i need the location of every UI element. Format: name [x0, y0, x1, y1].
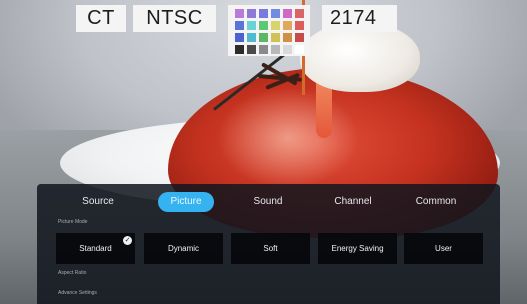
picture-mode-label: Picture Mode [58, 219, 88, 225]
color-swatch [295, 9, 304, 18]
menu-tab-bar: Source Picture Sound Channel Common [37, 192, 500, 214]
color-swatch [271, 9, 280, 18]
color-swatch [271, 21, 280, 30]
color-swatch [283, 33, 292, 42]
mode-soft-button[interactable]: Soft [231, 233, 310, 264]
color-temp-label: CT [76, 5, 126, 32]
color-swatch [247, 33, 256, 42]
color-swatch [247, 45, 256, 54]
mode-energy-saving-button[interactable]: Energy Saving [318, 233, 397, 264]
color-swatch [283, 9, 292, 18]
mode-user-label: User [435, 244, 452, 253]
mode-standard-label: Standard [79, 244, 112, 253]
tv-screen: CT NTSC 2174 Source Picture Sound Channe… [0, 0, 527, 304]
color-swatch-panel [228, 5, 310, 56]
color-swatch [283, 21, 292, 30]
aspect-ratio-menu-item[interactable]: Aspect Ratio [58, 270, 86, 277]
mode-user-button[interactable]: User [404, 233, 483, 264]
color-swatch [247, 21, 256, 30]
color-swatch [295, 33, 304, 42]
mode-standard-button[interactable]: Standard ✓ [56, 233, 135, 264]
mode-dynamic-label: Dynamic [167, 244, 200, 253]
video-standard-label: NTSC [133, 5, 216, 32]
color-swatch [259, 33, 268, 42]
number-readout: 2174 [322, 5, 397, 32]
color-swatch [259, 21, 268, 30]
color-swatch [271, 33, 280, 42]
mode-energy-saving-label: Energy Saving [331, 244, 384, 253]
tab-source[interactable]: Source [73, 192, 123, 212]
check-circle-icon: ✓ [123, 236, 132, 245]
tab-picture[interactable]: Picture [158, 192, 214, 212]
mode-dynamic-button[interactable]: Dynamic [144, 233, 223, 264]
background-cream-topping [300, 22, 420, 92]
settings-menu-panel: Source Picture Sound Channel Common Pict… [37, 184, 500, 304]
mode-soft-label: Soft [263, 244, 278, 253]
tab-common[interactable]: Common [409, 192, 463, 212]
color-swatch [295, 21, 304, 30]
color-swatch [259, 45, 268, 54]
color-swatch [235, 45, 244, 54]
color-swatch [259, 9, 268, 18]
color-swatch [235, 21, 244, 30]
advance-settings-menu-item[interactable]: Advance Settings [58, 290, 97, 297]
color-swatch [295, 45, 304, 54]
color-swatch [283, 45, 292, 54]
color-swatch [235, 9, 244, 18]
color-swatch [235, 33, 244, 42]
tab-sound[interactable]: Sound [241, 192, 295, 212]
color-swatch [247, 9, 256, 18]
color-swatch [271, 45, 280, 54]
tab-channel[interactable]: Channel [327, 192, 379, 212]
